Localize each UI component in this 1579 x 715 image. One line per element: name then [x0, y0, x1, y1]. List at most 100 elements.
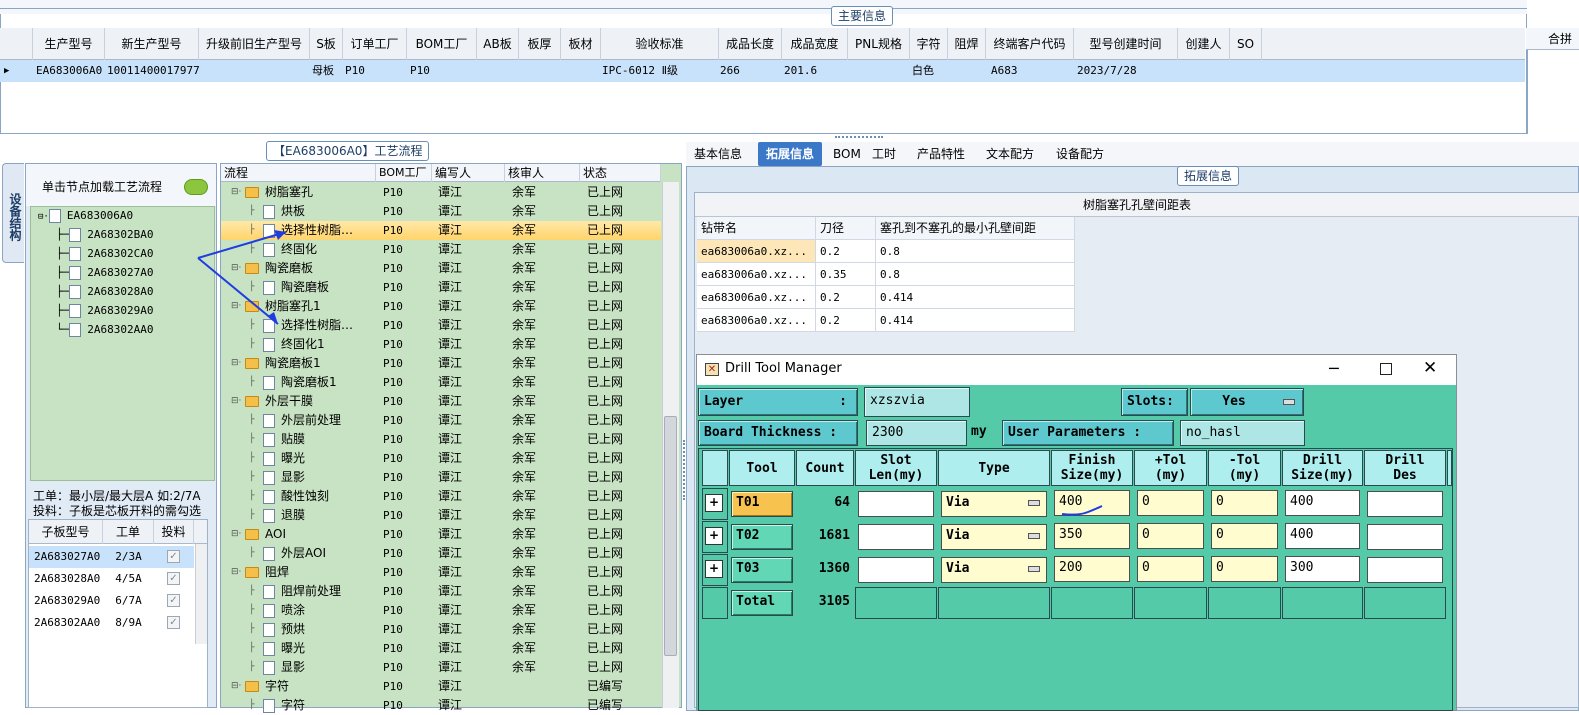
col-so[interactable]: SO [1230, 28, 1262, 60]
process-step-name[interactable]: 烘板 [263, 202, 376, 221]
col-acceptance-standard[interactable]: 验收标准 [601, 28, 719, 60]
cell-length[interactable]: 266 [720, 60, 780, 82]
process-row[interactable]: ├ 曝光 P10 谭江 余军 已上网 [221, 639, 661, 658]
process-step-name[interactable]: 曝光 [263, 449, 376, 468]
cell-tool-diameter[interactable]: 0.2 [816, 286, 876, 309]
col-created-time[interactable]: 型号创建时间 [1074, 28, 1178, 60]
col-finish-size[interactable]: Finish Size(my) [1051, 450, 1133, 486]
col-tool-diameter[interactable]: 刀径 [816, 217, 876, 240]
sub-cell-model[interactable]: 2A683029A0 [29, 590, 103, 612]
tab-basic-info[interactable]: 基本信息 [686, 142, 750, 166]
process-step-name[interactable]: 阻焊 [245, 563, 376, 582]
expand-icon[interactable]: + [705, 494, 723, 512]
type-dropdown[interactable]: Via [941, 557, 1047, 583]
col-flow[interactable]: 流程 [221, 164, 376, 182]
col-character[interactable]: 字符 [910, 28, 948, 60]
tree-item[interactable]: ├─ 2A68302BA0 [56, 225, 153, 244]
tab-extended-info[interactable]: 拓展信息 [758, 142, 823, 166]
process-step-name[interactable]: 外层干膜 [245, 392, 376, 411]
col-pnl-spec[interactable]: PNL规格 [848, 28, 910, 60]
tool-button[interactable]: T01 [731, 491, 793, 517]
user-parameters-field[interactable]: no_hasl [1180, 420, 1305, 446]
minus-tol-input[interactable]: 0 [1211, 490, 1278, 516]
process-row[interactable]: ⊟· 阻焊 P10 谭江 余军 已上网 [221, 563, 661, 582]
col-solder-mask[interactable]: 阻焊 [948, 28, 986, 60]
col-sub-model[interactable]: 子板型号 [29, 520, 103, 544]
tree-item[interactable]: ├─ 2A683028A0 [56, 282, 153, 301]
sub-cell-order[interactable]: 2/3A [103, 546, 154, 568]
process-step-name[interactable]: AOI [245, 525, 376, 544]
tree-item[interactable]: └─ 2A68302AA0 [56, 320, 153, 339]
drill-des-input[interactable] [1367, 491, 1443, 517]
col-min-wall-spacing[interactable]: 塞孔到不塞孔的最小孔壁间距 [876, 217, 1075, 240]
cell-tool-diameter[interactable]: 0.35 [816, 263, 876, 286]
col-drill-des[interactable]: Drill Des [1364, 450, 1446, 486]
col-drill-size[interactable]: Drill Size(my) [1282, 450, 1363, 486]
minus-tol-input[interactable]: 0 [1211, 523, 1278, 549]
slots-dropdown[interactable]: Yes [1190, 388, 1304, 416]
process-row[interactable]: ├ 曝光 P10 谭江 余军 已上网 [221, 449, 661, 468]
drill-size-input[interactable]: 300 [1285, 556, 1360, 582]
feed-checkbox[interactable]: ✓ [167, 572, 180, 585]
cell-new-model[interactable]: 10011400017977 [107, 60, 199, 82]
cell-s-board[interactable]: 母板 [312, 60, 343, 82]
drill-size-input[interactable]: 400 [1285, 523, 1360, 549]
tree-item[interactable]: ├─ 2A683027A0 [56, 263, 153, 282]
cell-drill-tape[interactable]: ea683006a0.xz... [697, 263, 816, 286]
feed-checkbox[interactable]: ✓ [167, 550, 180, 563]
process-step-name[interactable]: 酸性蚀刻 [263, 487, 376, 506]
col-tool[interactable]: Tool [729, 450, 795, 486]
slot-len-input[interactable] [858, 557, 934, 583]
col-sub-order[interactable]: 工单 [103, 520, 154, 544]
process-step-name[interactable]: 陶瓷磨板1 [245, 354, 376, 373]
process-row[interactable]: ⊟· 字符 P10 谭江 已编写 [221, 677, 661, 696]
process-row[interactable]: ├ 陶瓷磨板1 P10 谭江 余军 已上网 [221, 373, 661, 392]
col-minus-tol[interactable]: -Tol (my) [1208, 450, 1281, 486]
finish-size-input[interactable]: 350 [1054, 523, 1130, 549]
process-row[interactable]: ⊟· 树脂塞孔 P10 谭江 余军 已上网 [221, 183, 661, 202]
process-row[interactable]: ├ 显影 P10 谭江 余军 已上网 [221, 658, 661, 677]
side-tab-equipment[interactable]: 设备结构 [2, 163, 24, 263]
slot-len-input[interactable] [858, 491, 934, 517]
process-step-name[interactable]: 喷涂 [263, 601, 376, 620]
process-row[interactable]: ├ 贴膜 P10 谭江 余军 已上网 [221, 430, 661, 449]
cell-min-wall-spacing[interactable]: 0.414 [876, 309, 1075, 332]
expand-icon[interactable]: + [705, 560, 723, 578]
col-slot-len[interactable]: Slot Len(my) [855, 450, 937, 486]
process-row[interactable]: ⊟· 外层干膜 P10 谭江 余军 已上网 [221, 392, 661, 411]
process-step-name[interactable]: 陶瓷磨板1 [263, 373, 376, 392]
tool-button[interactable]: T03 [731, 557, 793, 583]
cell-standard[interactable]: IPC-6012 Ⅱ级 [602, 60, 718, 82]
process-row[interactable]: ├ 外层前处理 P10 谭江 余军 已上网 [221, 411, 661, 430]
process-step-name[interactable]: 退膜 [263, 506, 376, 525]
slot-len-input[interactable] [858, 524, 934, 550]
col-production-model[interactable]: 生产型号 [33, 28, 105, 60]
process-row[interactable]: ├ 阻焊前处理 P10 谭江 余军 已上网 [221, 582, 661, 601]
tree-item[interactable]: ├─ 2A683029A0 [56, 301, 153, 320]
col-material[interactable]: 板材 [561, 28, 601, 60]
process-row[interactable]: ├ 退膜 P10 谭江 余军 已上网 [221, 506, 661, 525]
process-row[interactable]: ⊟· 陶瓷磨板1 P10 谭江 余军 已上网 [221, 354, 661, 373]
plus-tol-input[interactable]: 0 [1137, 490, 1204, 516]
col-count[interactable]: Count [796, 450, 854, 486]
total-button[interactable]: Total [731, 590, 793, 616]
cell-drill-tape[interactable]: ea683006a0.xz... [697, 309, 816, 332]
feed-checkbox[interactable]: ✓ [167, 594, 180, 607]
process-row[interactable]: ⊟· AOI P10 谭江 余军 已上网 [221, 525, 661, 544]
process-row[interactable]: ├ 烘板 P10 谭江 余军 已上网 [221, 202, 661, 221]
cell-min-wall-spacing[interactable]: 0.8 [876, 263, 1075, 286]
drill-des-input[interactable] [1367, 557, 1443, 583]
process-step-name[interactable]: 外层AOI [263, 544, 376, 563]
tab-equipment-recipe[interactable]: 设备配方 [1048, 142, 1112, 166]
sub-cell-model[interactable]: 2A683027A0 [29, 546, 103, 568]
process-row[interactable]: ├ 显影 P10 谭江 余军 已上网 [221, 468, 661, 487]
cell-tool-diameter[interactable]: 0.2 [816, 240, 876, 263]
col-bom-factory[interactable]: BOM工厂 [407, 28, 477, 60]
drill-size-input[interactable]: 400 [1285, 490, 1360, 516]
col-drill-tape[interactable]: 钻带名 [697, 217, 816, 240]
process-step-name[interactable]: 预烘 [263, 620, 376, 639]
col-plus-tol[interactable]: +Tol (my) [1134, 450, 1207, 486]
col-ab-board[interactable]: AB板 [477, 28, 519, 60]
expand-icon[interactable]: + [705, 527, 723, 545]
col-finished-width[interactable]: 成品宽度 [782, 28, 848, 60]
